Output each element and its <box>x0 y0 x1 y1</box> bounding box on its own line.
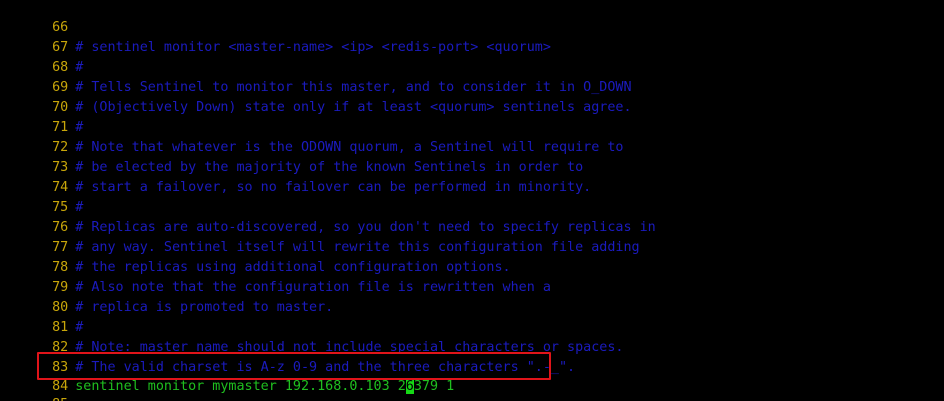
line-number: 85 <box>32 395 68 401</box>
editor-line: 72 # Note that whatever is the ODOWN quor… <box>0 118 623 155</box>
comment-text: # (Objectively Down) state only if at le… <box>75 100 632 115</box>
editor-line: 82 # Note: master name should not include… <box>0 318 623 355</box>
editor-line: 71 # <box>0 98 83 135</box>
editor-line: 79 # Also note that the configuration fil… <box>0 258 551 295</box>
editor-line: 68 # <box>0 38 83 75</box>
editor-line: 69 # Tells Sentinel to monitor this maste… <box>0 58 631 95</box>
comment-text: # replica is promoted to master. <box>75 300 334 315</box>
editor-line: 73 # be elected by the majority of the kn… <box>0 138 583 175</box>
editor-line: 80 # replica is promoted to master. <box>0 278 333 315</box>
editor-line: 78 # the replicas using additional config… <box>0 238 510 275</box>
editor-line: 70 # (Objectively Down) state only if at … <box>0 78 631 115</box>
editor-line: 67 # sentinel monitor <master-name> <ip> … <box>0 18 551 55</box>
editor-line: 85 <box>0 375 75 401</box>
editor-line: 81 # <box>0 298 83 335</box>
editor-line: 76 # Replicas are auto-discovered, so you… <box>0 198 656 235</box>
comment-text: # sentinel monitor <master-name> <ip> <r… <box>75 40 551 55</box>
config-text[interactable]: sentinel monitor mymaster 192.168.0.103 … <box>75 379 406 394</box>
text-cursor[interactable]: 6 <box>405 379 414 394</box>
config-text[interactable]: 379 1 <box>414 379 454 394</box>
editor-line: 83 # The valid charset is A-z 0-9 and the… <box>0 338 575 375</box>
editor-line: 74 # start a failover, so no failover can… <box>0 158 591 195</box>
editor-line: 77 # any way. Sentinel itself will rewrit… <box>0 218 639 255</box>
editor-line: 75 # <box>0 178 83 215</box>
text-editor[interactable]: 66 67 # sentinel monitor <master-name> <i… <box>0 0 944 401</box>
editor-line-current[interactable]: 84 sentinel monitor mymaster 192.168.0.10… <box>0 357 454 394</box>
comment-text: # start a failover, so no failover can b… <box>75 180 592 195</box>
editor-line: 66 <box>0 0 75 35</box>
